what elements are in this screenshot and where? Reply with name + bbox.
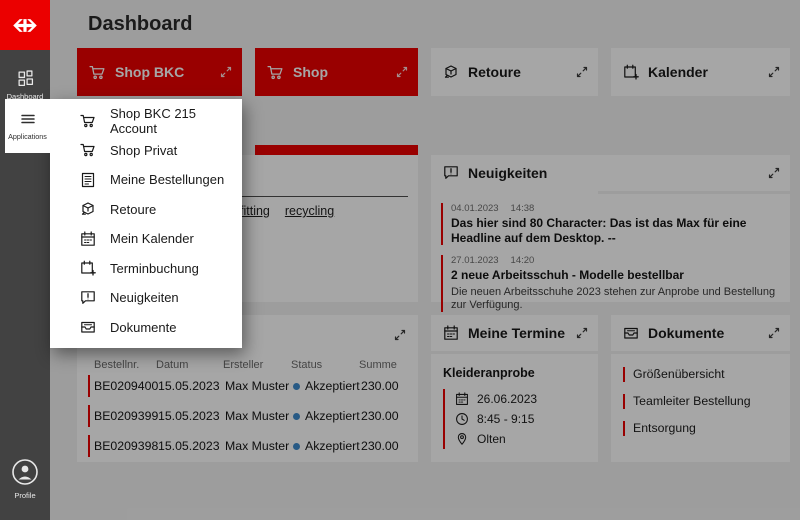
- menu-item-mein-kalender[interactable]: Mein Kalender: [50, 224, 242, 254]
- menu-item-terminbuchung[interactable]: Terminbuchung: [50, 254, 242, 284]
- menu-item-label: Shop Privat: [110, 143, 177, 158]
- menu-item-label: Retoure: [110, 202, 156, 217]
- menu-item-label: Mein Kalender: [110, 231, 194, 246]
- sbb-logo[interactable]: [0, 0, 50, 50]
- calendar-plus-icon: [80, 260, 96, 276]
- menu-icon: [20, 111, 36, 127]
- return-box-icon: [80, 201, 96, 217]
- sidebar-item-label: Profile: [14, 491, 35, 500]
- menu-item-label: Terminbuchung: [110, 261, 199, 276]
- calendar-icon: [80, 231, 96, 247]
- documents-tray-icon: [80, 319, 96, 335]
- profile-icon: [11, 458, 39, 486]
- dashboard-grid-icon: [17, 70, 34, 87]
- menu-item-label: Dokumente: [110, 320, 176, 335]
- sidebar: Dashboard Profile: [0, 0, 50, 520]
- cart-icon: [80, 143, 96, 157]
- menu-item-label: Meine Bestellungen: [110, 172, 224, 187]
- dashboard-page: Dashboard Shop BKC Shop Order on private…: [0, 0, 800, 520]
- sidebar-item-applications[interactable]: Applications: [5, 99, 50, 153]
- cart-icon: [80, 114, 96, 128]
- menu-item-dokumente[interactable]: Dokumente: [50, 313, 242, 343]
- applications-menu: Shop BKC 215 Account Shop Privat Meine B…: [50, 99, 242, 348]
- menu-item-neuigkeiten[interactable]: Neuigkeiten: [50, 283, 242, 313]
- menu-item-retoure[interactable]: Retoure: [50, 195, 242, 225]
- orders-icon: [80, 172, 96, 188]
- news-bubble-icon: [80, 290, 96, 306]
- sidebar-item-profile[interactable]: Profile: [0, 446, 50, 510]
- menu-item-shop-bkc-215[interactable]: Shop BKC 215 Account: [50, 106, 242, 136]
- menu-item-label: Shop BKC 215 Account: [110, 106, 242, 136]
- menu-item-meine-bestellungen[interactable]: Meine Bestellungen: [50, 165, 242, 195]
- menu-item-shop-privat[interactable]: Shop Privat: [50, 136, 242, 166]
- sbb-logo-icon: [12, 18, 38, 33]
- sidebar-item-label: Applications: [8, 132, 47, 141]
- menu-item-label: Neuigkeiten: [110, 290, 179, 305]
